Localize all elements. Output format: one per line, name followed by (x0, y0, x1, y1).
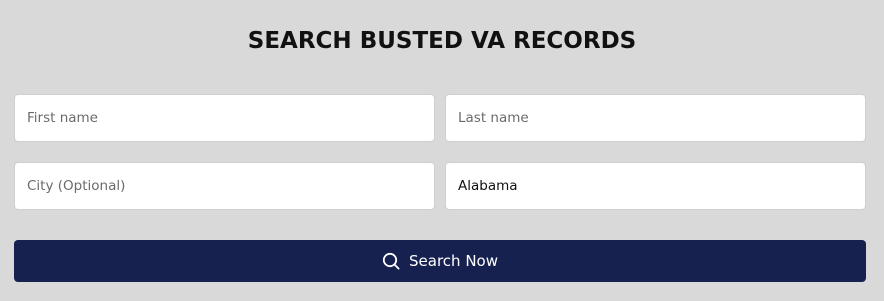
search-button[interactable]: Search Now (14, 240, 866, 282)
state-select-value: Alabama (458, 178, 518, 194)
last-name-input[interactable] (445, 94, 866, 142)
city-input[interactable] (14, 162, 435, 210)
search-button-label: Search Now (409, 252, 498, 270)
state-select[interactable]: Alabama (445, 162, 866, 210)
search-icon (382, 252, 400, 270)
first-name-input[interactable] (14, 94, 435, 142)
page-title: SEARCH BUSTED VA RECORDS (247, 28, 637, 54)
